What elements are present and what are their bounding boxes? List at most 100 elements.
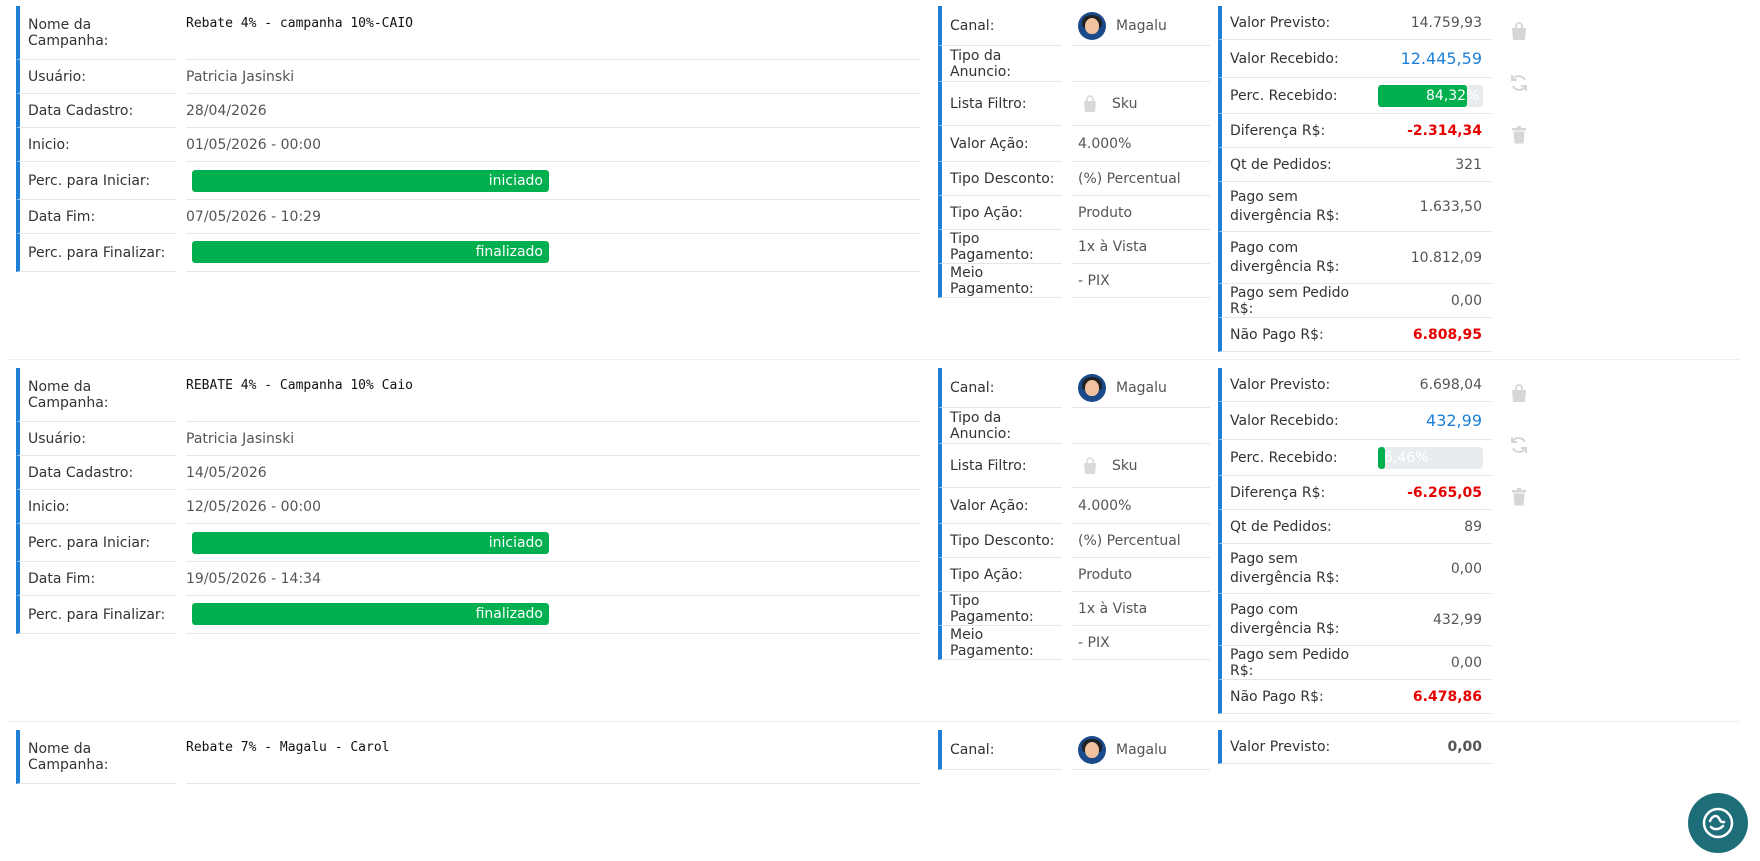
received-progress-text: 6,46% xyxy=(1384,450,1429,466)
label-created: Data Cadastro: xyxy=(16,456,176,490)
label-received-pct: Perc. Recebido: xyxy=(1218,440,1366,476)
label-difference: Diferença R$: xyxy=(1218,476,1366,510)
campaign-card: Nome da Campanha: Rebate 7% - Magalu - C… xyxy=(8,724,1740,861)
received-progress-bar: 6,46% xyxy=(1378,447,1483,469)
expected-value: 6.698,04 xyxy=(1366,368,1492,402)
end-progress-bar: finalizado xyxy=(192,241,549,263)
label-paid-no-order: Pago sem Pedido R$: xyxy=(1218,284,1366,318)
label-paid-no-divergence-line1: Pago sem xyxy=(1230,188,1298,205)
campaign-name: REBATE 4% - Campanha 10% Caio xyxy=(186,368,920,422)
orders-value: 321 xyxy=(1366,148,1492,182)
label-discount-type: Tipo Desconto: xyxy=(938,162,1062,196)
start-progress-bar: iniciado xyxy=(192,532,549,554)
not-paid-value: 6.808,95 xyxy=(1366,318,1492,352)
not-paid-value: 6.478,86 xyxy=(1366,680,1492,714)
label-payment-method: Meio Pagamento: xyxy=(938,264,1062,298)
channel-cell: Magalu xyxy=(1072,368,1210,408)
label-action-type: Tipo Ação: xyxy=(938,196,1062,230)
label-paid-no-divergence-line2: divergência R$: xyxy=(1230,207,1340,224)
channel-avatar xyxy=(1078,11,1106,40)
label-filter-list: Lista Filtro: xyxy=(938,82,1062,126)
campaign-start: 01/05/2026 - 00:00 xyxy=(186,128,920,162)
refresh-icon[interactable] xyxy=(1508,434,1530,456)
label-received-pct: Perc. Recebido: xyxy=(1218,78,1366,114)
label-expected: Valor Previsto: xyxy=(1218,368,1366,402)
campaign-name: Rebate 4% - campanha 10%-CAIO xyxy=(186,6,920,60)
label-payment-type: Tipo Pagamento: xyxy=(938,592,1062,626)
label-difference: Diferença R$: xyxy=(1218,114,1366,148)
paid-no-divergence-value: 0,00 xyxy=(1366,544,1492,594)
campaign-card: Nome da Campanha: Rebate 4% - campanha 1… xyxy=(8,0,1740,360)
label-expected: Valor Previsto: xyxy=(1218,6,1366,40)
channel-avatar xyxy=(1078,373,1106,402)
difference-value: -6.265,05 xyxy=(1366,476,1492,510)
received-progress-text: 84,32% xyxy=(1426,88,1480,104)
label-payment-type: Tipo Pagamento: xyxy=(938,230,1062,264)
paid-no-divergence-value: 1.633,50 xyxy=(1366,182,1492,232)
label-action-type: Tipo Ação: xyxy=(938,558,1062,592)
label-ad-type: Tipo da Anuncio: xyxy=(938,46,1062,82)
label-end-pct: Perc. para Finalizar: xyxy=(16,596,176,634)
end-progress-text: finalizado xyxy=(475,606,543,622)
label-received: Valor Recebido: xyxy=(1218,402,1366,440)
label-paid-divergence: Pago com divergência R$: xyxy=(1218,594,1366,646)
label-channel: Canal: xyxy=(938,368,1062,408)
shopping-bag-icon[interactable] xyxy=(1508,382,1530,404)
refresh-icon[interactable] xyxy=(1508,72,1530,94)
label-ad-type: Tipo da Anuncio: xyxy=(938,408,1062,444)
label-paid-divergence-line1: Pago com xyxy=(1230,601,1299,618)
label-not-paid: Não Pago R$: xyxy=(1218,680,1366,714)
label-orders: Qt de Pedidos: xyxy=(1218,510,1366,544)
label-end: Data Fim: xyxy=(16,200,176,234)
label-paid-no-order: Pago sem Pedido R$: xyxy=(1218,646,1366,680)
label-payment-method: Meio Pagamento: xyxy=(938,626,1062,660)
channel-cell: Magalu xyxy=(1072,730,1210,770)
label-discount-type: Tipo Desconto: xyxy=(938,524,1062,558)
label-channel: Canal: xyxy=(938,730,1062,770)
campaign-created: 28/04/2026 xyxy=(186,94,920,128)
start-progress-bar: iniciado xyxy=(192,170,549,192)
label-start-pct: Perc. para Iniciar: xyxy=(16,524,176,562)
label-user: Usuário: xyxy=(16,60,176,94)
label-end: Data Fim: xyxy=(16,562,176,596)
label-campaign-name: Nome da Campanha: xyxy=(16,6,176,60)
discount-type: (%) Percentual xyxy=(1072,162,1210,196)
trash-icon[interactable] xyxy=(1508,486,1530,508)
expected-value: 0,00 xyxy=(1366,730,1492,764)
label-action-value: Valor Ação: xyxy=(938,488,1062,524)
shopping-bag-icon[interactable] xyxy=(1508,20,1530,42)
label-not-paid: Não Pago R$: xyxy=(1218,318,1366,352)
filter-list-cell: Sku xyxy=(1072,82,1210,126)
shopping-bag-icon xyxy=(1084,456,1096,474)
paid-divergence-value: 432,99 xyxy=(1366,594,1492,646)
label-channel: Canal: xyxy=(938,6,1062,46)
chat-assistant-button[interactable] xyxy=(1688,793,1748,853)
label-action-value: Valor Ação: xyxy=(938,126,1062,162)
shopping-bag-icon xyxy=(1084,94,1096,112)
paid-no-order-value: 0,00 xyxy=(1366,646,1492,680)
campaign-start: 12/05/2026 - 00:00 xyxy=(186,490,920,524)
label-paid-divergence: Pago com divergência R$: xyxy=(1218,232,1366,284)
expected-value: 14.759,93 xyxy=(1366,6,1492,40)
label-end-pct: Perc. para Finalizar: xyxy=(16,234,176,272)
paid-divergence-value: 10.812,09 xyxy=(1366,232,1492,284)
end-progress-bar: finalizado xyxy=(192,603,549,625)
action-type: Produto xyxy=(1072,196,1210,230)
payment-type: 1x à Vista xyxy=(1072,230,1210,264)
ad-type xyxy=(1072,46,1210,82)
channel-name: Magalu xyxy=(1116,741,1167,758)
received-progress-bar: 84,32% xyxy=(1378,85,1483,107)
end-progress-text: finalizado xyxy=(475,244,543,260)
paid-no-order-value: 0,00 xyxy=(1366,284,1492,318)
label-start: Inicio: xyxy=(16,490,176,524)
label-paid-no-divergence-line1: Pago sem xyxy=(1230,550,1298,567)
label-paid-no-divergence-line2: divergência R$: xyxy=(1230,569,1340,586)
chat-assistant-icon xyxy=(1702,807,1734,839)
label-start: Inicio: xyxy=(16,128,176,162)
trash-icon[interactable] xyxy=(1508,124,1530,146)
channel-avatar xyxy=(1078,735,1106,764)
label-campaign-name: Nome da Campanha: xyxy=(16,730,176,784)
card-divider xyxy=(8,721,1740,722)
ad-type xyxy=(1072,408,1210,444)
label-received: Valor Recebido: xyxy=(1218,40,1366,78)
